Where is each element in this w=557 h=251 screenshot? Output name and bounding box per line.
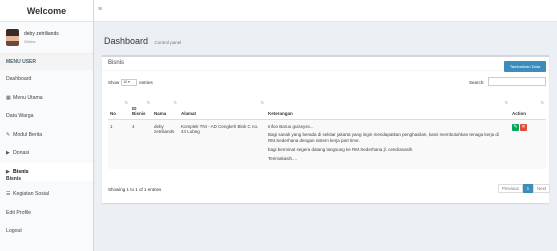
entries-select[interactable]: 10 ▾ [121,79,138,86]
top-navbar: ≡ [94,0,557,22]
col-header-action[interactable]: Action ⇅ [510,97,546,120]
cell-keterangan: Infoo Baruu guissyss... Bagi sanak yang … [266,119,510,169]
page-1-button[interactable]: 1 [522,184,534,193]
table-row: 1 4 deby zetriliands Komplek TNI - AD Ce… [108,119,546,169]
sort-icon: ⇅ [540,100,544,105]
col-header-id[interactable]: ID Bisnis ⇅ [130,97,152,120]
entries-value: 10 [123,80,128,84]
col-header-alamat[interactable]: Alamat ⇅ [179,97,266,120]
sidebar-item-label: Menu Utama [13,94,43,101]
menu-header: MENU USER [0,53,93,70]
sidebar-item-label: Logout [6,228,22,234]
sidebar-item-label: Bisnis [13,168,29,175]
sidebar-item-label: Data Warga [6,113,34,119]
keterangan-line: Infoo Baruu guissyss... [268,123,314,129]
add-data-button[interactable]: Tambahkan Data [504,61,546,72]
sidebar-subitem-bisnis[interactable]: Bisnis [0,176,93,185]
cell-no: 1 [110,123,113,129]
show-label: Show [108,80,120,85]
sidebar: Welcome deby zetriliands Online MENU USE… [0,0,94,251]
bisnis-box: Bisnis Tambahkan Data Show 10 ▾ entries … [102,55,550,203]
user-name: deby zetriliands [24,31,59,37]
bisnis-table: No ⇅ ID Bisnis ⇅ Nama ⇅ Alamat ⇅ Keterangan ⇅… [108,97,546,169]
search-label: Search: [469,80,485,85]
box-header: Bisnis Tambahkan Data [102,57,549,72]
menu-toggle-icon[interactable]: ≡ [98,6,102,13]
table-header-row: No ⇅ ID Bisnis ⇅ Nama ⇅ Alamat ⇅ Keterangan ⇅… [108,97,546,120]
table-info: Showing 1 to 1 of 1 entries [108,187,162,192]
col-header-nama[interactable]: Nama ⇅ [152,97,179,120]
edit-icon[interactable]: ✎ [512,123,519,131]
keterangan-line: Terimakasih.... [268,155,298,161]
list-icon: ☰ [6,191,11,197]
cell-nama: deby zetriliands [154,123,175,134]
entries-control: Show 10 ▾ entries [108,79,153,86]
cell-id: 4 [132,123,135,129]
page-subtitle: Control panel [154,40,182,45]
entries-label: entries [139,80,153,85]
content-header: Dashboard Control panel [104,31,181,49]
sort-icon: ⇅ [124,100,128,105]
cell-alamat: Komplek TNI - AD Cengkeh Blok C no. 44 L… [181,123,259,134]
sort-icon: ⇅ [260,100,264,105]
brand-title: Welcome [0,0,93,22]
page-title: Dashboard [104,36,149,46]
user-panel: deby zetriliands Online [0,22,93,53]
pagination: Previous 1 Next [498,184,550,193]
sidebar-item-donasi[interactable]: ▶ Donasi [0,144,93,163]
sidebar-item-kegiatan-sosial[interactable]: ☰ Kegiatan Sosial [0,185,93,204]
sidebar-item-dashboard[interactable]: Dashboard [0,70,93,89]
previous-button[interactable]: Previous [498,184,523,193]
pencil-icon: ✎ [6,131,11,138]
sort-icon: ⇅ [173,100,177,105]
sidebar-item-label: Dashboard [6,76,32,82]
sidebar-item-data-warga[interactable]: Data Warga [0,107,93,126]
col-header-no[interactable]: No ⇅ [108,97,130,120]
delete-icon[interactable]: ✕ [520,123,527,131]
grid-icon: ▦ [6,94,11,101]
play-icon: ▶ [6,150,10,156]
user-status: Online [24,39,36,44]
col-header-keterangan[interactable]: Keterangan ⇅ [266,97,510,120]
sidebar-item-logout[interactable]: Logout [0,222,93,241]
sidebar-item-label: Kegiatan Sosial [13,191,50,197]
sidebar-item-modul-berita[interactable]: ✎ Modul Berita [0,126,93,145]
sidebar-item-label: Donasi [13,150,30,156]
keterangan-line: Bagi sanak yang berada di sekitar jakart… [268,132,499,144]
sort-icon: ⇅ [504,100,508,105]
box-title: Bisnis [108,60,125,66]
sidebar-item-label: Modul Berita [13,131,43,138]
sort-icon: ⇅ [146,100,150,105]
search-input[interactable] [488,77,546,86]
sidebar-item-label: Edit Profile [6,209,32,216]
sidebar-item-menu-utama[interactable]: ▦ Menu Utama [0,89,93,108]
sidebar-item-edit-profile[interactable]: Edit Profile [0,204,93,223]
next-button[interactable]: Next [533,184,550,193]
avatar [6,29,19,46]
cell-action: ✎ ✕ [510,119,546,169]
keterangan-line: bagi berminat segera datang langsung ke … [268,147,413,153]
